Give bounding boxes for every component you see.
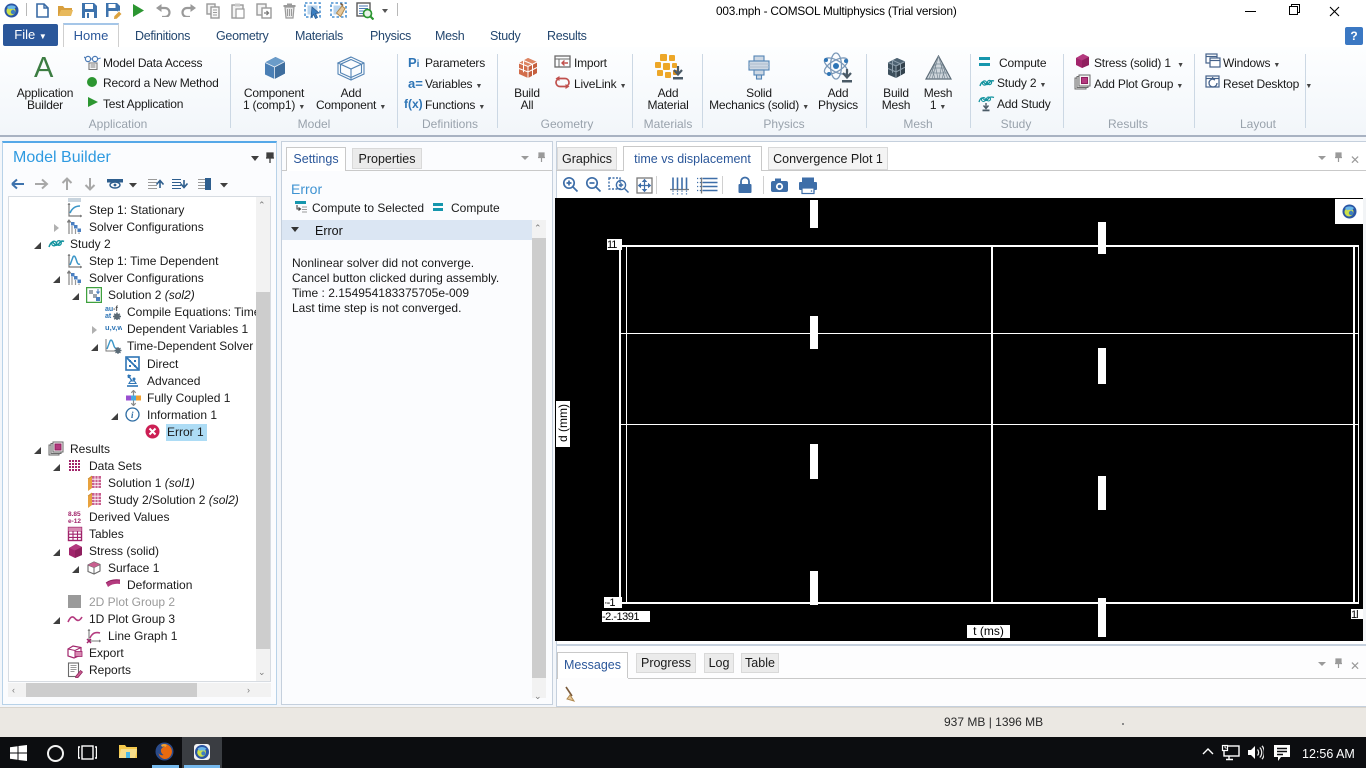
svg-text:e-12: e-12	[68, 518, 81, 525]
svg-text:u,v,w: u,v,w	[105, 323, 122, 332]
svg-text:at: at	[105, 313, 112, 320]
svg-text:8.85: 8.85	[68, 511, 81, 518]
svg-text:au-f: au-f	[105, 306, 119, 313]
